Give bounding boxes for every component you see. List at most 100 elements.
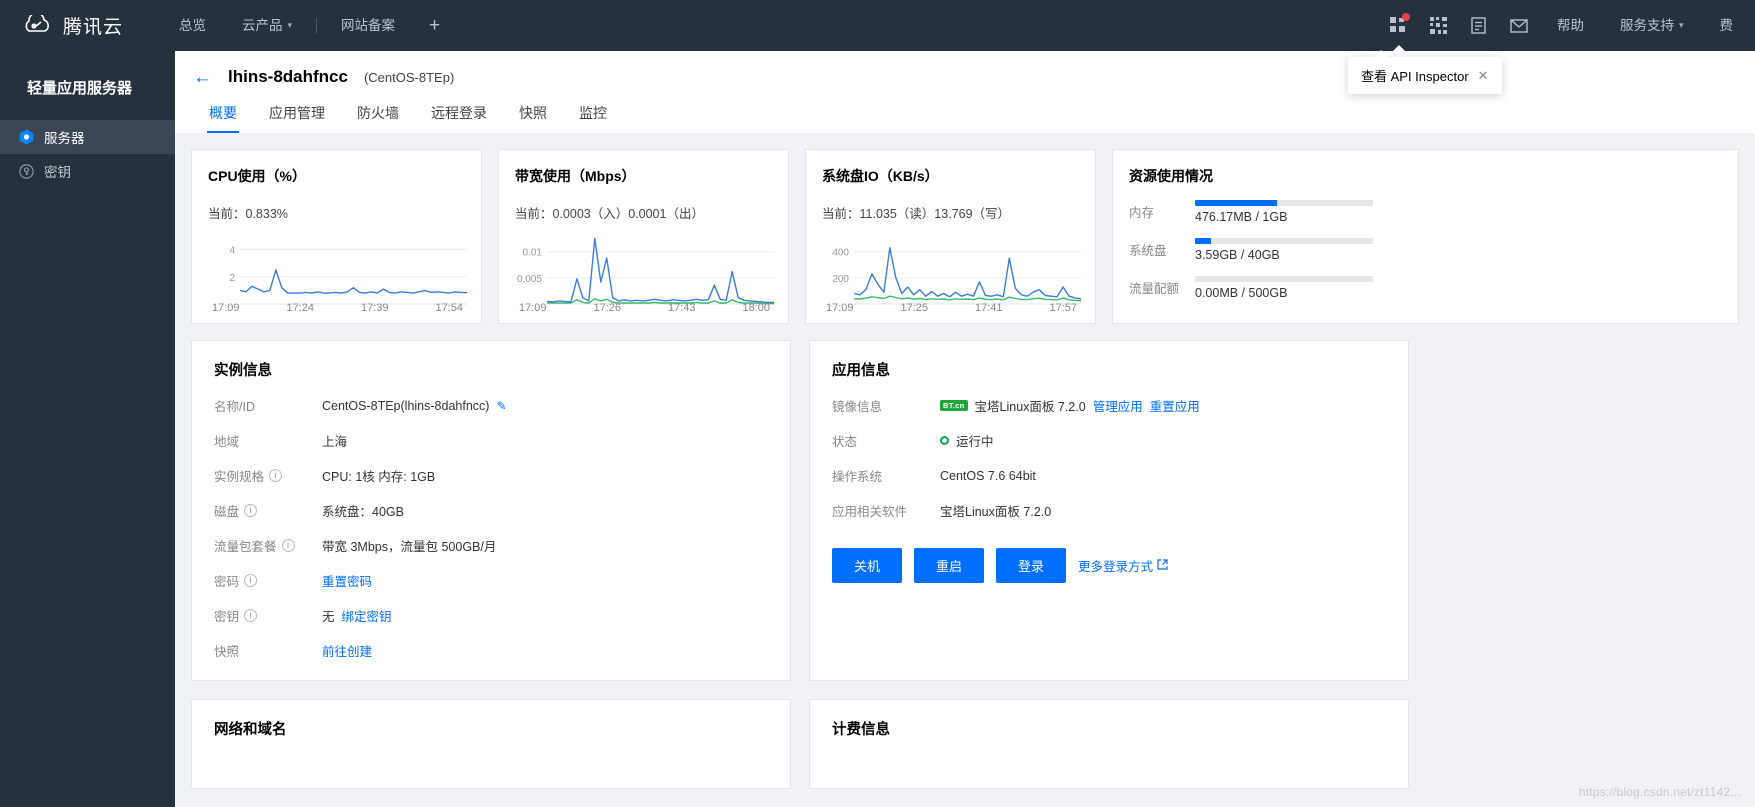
server-hexagon-icon bbox=[18, 129, 34, 145]
back-arrow-icon[interactable]: ← bbox=[193, 68, 212, 87]
restart-button[interactable]: 重启 bbox=[914, 548, 984, 583]
bind-key-link[interactable]: 绑定密钥 bbox=[342, 606, 392, 625]
reset-password-link[interactable]: 重置密码 bbox=[322, 571, 372, 590]
info-icon[interactable]: i bbox=[244, 574, 257, 587]
xtick: 17:43 bbox=[668, 302, 696, 314]
disk-io-title: 系统盘IO（KB/s） bbox=[822, 166, 1079, 186]
active-indicator-arrow bbox=[1392, 45, 1406, 52]
svg-text:0.005: 0.005 bbox=[517, 274, 542, 285]
xtick: 17:24 bbox=[286, 302, 314, 314]
instance-row-disk-label: 磁盘 bbox=[214, 501, 239, 520]
svg-text:2: 2 bbox=[229, 273, 235, 284]
instance-row-disk-value: 系统盘：40GB bbox=[322, 501, 404, 520]
xtick: 17:09 bbox=[212, 302, 240, 314]
app-row-image-value: 宝塔Linux面板 7.2.0 bbox=[975, 396, 1086, 415]
tab-monitor[interactable]: 监控 bbox=[563, 103, 623, 133]
resource-value-traffic-quota: 0.00MB / 500GB bbox=[1195, 286, 1718, 300]
tencent-cloud-logo-icon bbox=[22, 15, 52, 37]
instance-row-disk: 磁盘 i 系统盘：40GB bbox=[214, 501, 768, 520]
instance-row-spec: 实例规格 i CPU: 1核 内存: 1GB bbox=[214, 466, 768, 485]
tab-overview[interactable]: 概要 bbox=[193, 103, 253, 133]
more-login-methods-link[interactable]: 更多登录方式 bbox=[1078, 556, 1168, 575]
xtick: 17:09 bbox=[826, 302, 854, 314]
info-icon[interactable]: i bbox=[244, 609, 257, 622]
sidebar-item-keys[interactable]: 密钥 bbox=[0, 154, 175, 188]
tab-snapshot[interactable]: 快照 bbox=[503, 103, 563, 133]
info-icon[interactable]: i bbox=[282, 539, 295, 552]
resource-row-system-disk: 系统盘 3.59GB / 40GB bbox=[1129, 238, 1718, 262]
instance-info-card: 实例信息 名称/ID CentOS-8TEp(lhins-8dahfncc) ✎… bbox=[191, 340, 791, 681]
login-button[interactable]: 登录 bbox=[996, 548, 1066, 583]
mail-icon[interactable] bbox=[1499, 0, 1539, 51]
app-row-os-label: 操作系统 bbox=[832, 466, 882, 485]
app-row-status: 状态 运行中 bbox=[832, 431, 1386, 450]
svg-text:4: 4 bbox=[229, 246, 235, 257]
resource-bar-traffic-quota bbox=[1195, 276, 1373, 282]
add-tab-button[interactable]: + bbox=[413, 15, 456, 37]
reset-app-link[interactable]: 重置应用 bbox=[1150, 396, 1200, 415]
apps-grid-icon[interactable] bbox=[1379, 0, 1419, 51]
tab-remote-login[interactable]: 远程登录 bbox=[415, 103, 503, 133]
svg-text:200: 200 bbox=[832, 274, 849, 285]
create-snapshot-link[interactable]: 前往创建 bbox=[322, 641, 372, 660]
tab-app-management[interactable]: 应用管理 bbox=[253, 103, 341, 133]
sidebar-item-servers-label: 服务器 bbox=[44, 127, 85, 147]
page-header: ← lhins-8dahfncc (CentOS-8TEp) 概要 应用管理 防… bbox=[175, 51, 1755, 133]
app-row-software-label: 应用相关软件 bbox=[832, 501, 907, 520]
info-icon[interactable]: i bbox=[269, 469, 282, 482]
nav-link-overview-label: 总览 bbox=[179, 0, 206, 51]
nav-link-overview[interactable]: 总览 bbox=[161, 0, 224, 51]
bandwidth-usage-title: 带宽使用（Mbps） bbox=[515, 166, 772, 186]
svg-text:0.01: 0.01 bbox=[523, 248, 543, 259]
instance-row-spec-value: CPU: 1核 内存: 1GB bbox=[322, 466, 435, 485]
instance-row-region: 地域 上海 bbox=[214, 431, 768, 450]
app-row-software: 应用相关软件 宝塔Linux面板 7.2.0 bbox=[832, 501, 1386, 520]
api-inspector-icon[interactable] bbox=[1419, 0, 1459, 51]
sidebar-item-servers[interactable]: 服务器 bbox=[0, 120, 175, 154]
resource-value-system-disk: 3.59GB / 40GB bbox=[1195, 248, 1718, 262]
resource-label-memory: 内存 bbox=[1129, 200, 1181, 221]
nav-link-service-support[interactable]: 服务支持 ▾ bbox=[1602, 0, 1702, 51]
instance-row-name-id: 名称/ID CentOS-8TEp(lhins-8dahfncc) ✎ bbox=[214, 396, 768, 415]
nav-link-help[interactable]: 帮助 bbox=[1539, 0, 1602, 51]
topnav-right-area: 帮助 服务支持 ▾ 费 bbox=[1379, 0, 1755, 51]
app-row-os-value: CentOS 7.6 64bit bbox=[940, 469, 1036, 483]
billing-info-card: 计费信息 bbox=[809, 699, 1409, 789]
close-icon[interactable]: ✕ bbox=[1478, 68, 1489, 84]
tab-app-management-label: 应用管理 bbox=[269, 105, 325, 121]
instance-row-password-label: 密码 bbox=[214, 571, 239, 590]
notification-badge bbox=[1402, 13, 1410, 21]
nav-link-icp-filing[interactable]: 网站备案 bbox=[323, 0, 413, 51]
app-row-os: 操作系统 CentOS 7.6 64bit bbox=[832, 466, 1386, 485]
more-login-methods-label: 更多登录方式 bbox=[1078, 556, 1153, 575]
cpu-usage-xaxis: 17:09 17:24 17:39 17:54 bbox=[206, 302, 469, 314]
resource-bar-system-disk bbox=[1195, 238, 1373, 244]
resource-bar-memory bbox=[1195, 200, 1373, 206]
instance-row-snapshot: 快照 前往创建 bbox=[214, 641, 768, 660]
cpu-usage-card: CPU使用（%） 当前：0.833% 42 17:09 17:24 17:39 … bbox=[191, 149, 482, 324]
status-running-icon bbox=[940, 436, 949, 445]
nav-link-cloud-products[interactable]: 云产品 ▾ bbox=[224, 0, 310, 51]
nav-divider bbox=[316, 18, 317, 34]
tab-firewall-label: 防火墙 bbox=[357, 105, 399, 121]
edit-pencil-icon[interactable]: ✎ bbox=[496, 399, 506, 413]
instance-row-traffic-package-label: 流量包套餐 bbox=[214, 536, 277, 555]
tab-remote-login-label: 远程登录 bbox=[431, 105, 487, 121]
instance-row-region-value: 上海 bbox=[322, 431, 347, 450]
chevron-down-icon: ▾ bbox=[288, 0, 293, 51]
brand-logo-area[interactable]: 腾讯云 bbox=[0, 12, 123, 39]
page-subtitle: (CentOS-8TEp) bbox=[364, 70, 454, 85]
top-navigation-bar: 腾讯云 总览 云产品 ▾ 网站备案 + bbox=[0, 0, 1755, 51]
content-area: CPU使用（%） 当前：0.833% 42 17:09 17:24 17:39 … bbox=[175, 133, 1755, 807]
nav-link-billing[interactable]: 费 bbox=[1702, 0, 1752, 51]
shutdown-button[interactable]: 关机 bbox=[832, 548, 902, 583]
tab-firewall[interactable]: 防火墙 bbox=[341, 103, 415, 133]
tab-monitor-label: 监控 bbox=[579, 105, 607, 121]
page-title: lhins-8dahfncc bbox=[228, 67, 348, 87]
resource-label-system-disk: 系统盘 bbox=[1129, 238, 1181, 259]
info-icon[interactable]: i bbox=[244, 504, 257, 517]
sidebar-item-keys-label: 密钥 bbox=[44, 161, 71, 181]
document-icon[interactable] bbox=[1459, 0, 1499, 51]
manage-app-link[interactable]: 管理应用 bbox=[1093, 396, 1143, 415]
xtick: 17:25 bbox=[900, 302, 928, 314]
